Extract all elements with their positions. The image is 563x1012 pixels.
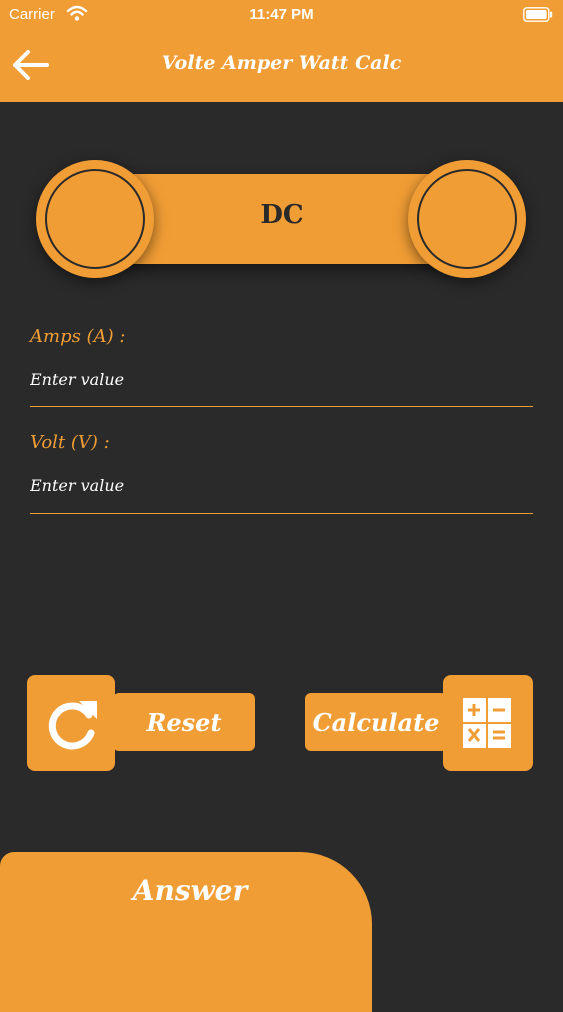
page-title: Volte Amper Watt Calc bbox=[161, 52, 402, 74]
calculate-button[interactable]: Calculate bbox=[305, 675, 533, 771]
amps-label: Amps (A) : bbox=[30, 326, 126, 347]
volt-input[interactable] bbox=[30, 468, 533, 502]
calculator-icon bbox=[463, 698, 511, 748]
answer-panel: Answer bbox=[0, 852, 372, 1012]
answer-label: Answer bbox=[132, 874, 248, 907]
refresh-icon bbox=[48, 701, 97, 750]
reset-icon-box[interactable] bbox=[27, 675, 115, 771]
calculate-label[interactable]: Calculate bbox=[305, 693, 447, 751]
status-bar: Carrier 11:47 PM bbox=[0, 0, 563, 30]
amps-input[interactable] bbox=[30, 362, 533, 396]
nav-bar: Volte Amper Watt Calc bbox=[0, 30, 563, 102]
mode-toggle[interactable]: DC bbox=[36, 160, 528, 278]
calculator-icon-box[interactable] bbox=[443, 675, 533, 771]
status-time: 11:47 PM bbox=[249, 6, 314, 23]
volt-label: Volt (V) : bbox=[30, 432, 110, 453]
reset-button[interactable]: Reset bbox=[27, 675, 255, 771]
mode-toggle-label: DC bbox=[260, 200, 304, 230]
reset-label[interactable]: Reset bbox=[113, 693, 255, 751]
amps-underline bbox=[30, 406, 533, 407]
volt-underline bbox=[30, 513, 533, 514]
battery-icon bbox=[523, 7, 553, 22]
